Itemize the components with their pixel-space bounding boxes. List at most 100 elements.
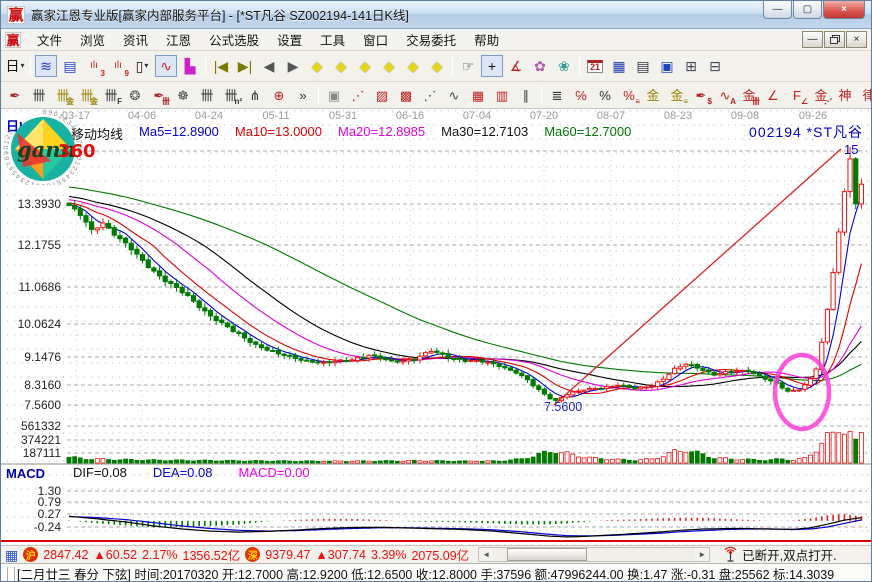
zigzag-overlay-button[interactable]: ≋ (35, 55, 57, 77)
f-angle-button[interactable]: F∠ (786, 85, 808, 105)
menu-help[interactable]: 帮助 (466, 28, 507, 51)
gann-pen-grid-button[interactable]: ✒卌 (148, 85, 170, 105)
close-button[interactable]: × (823, 1, 865, 19)
calculator-button[interactable]: ▦ (608, 55, 630, 77)
grid-red-button[interactable]: ▦ (467, 85, 489, 105)
market-table-icon[interactable]: ▦ (5, 548, 18, 562)
gann-wheel-button[interactable]: ☸ (172, 85, 194, 105)
menu-browse[interactable]: 浏览 (72, 28, 113, 51)
gann-grid-f-button[interactable]: 卌F (100, 85, 122, 105)
scroll-right-icon[interactable]: ► (695, 550, 709, 559)
toolbar-gann-drawing: ✒卌卌金卌金卌F❂✒卌☸卌卌n²⋔⊕»▣⋰▨▩⋰∿▦▥∥≣℅%%≡金金≡✒$∿A… (1, 82, 871, 109)
shenzhen-badge-icon[interactable]: 深 (245, 547, 260, 562)
connection-area[interactable]: 已断开,双点打开. (723, 545, 836, 564)
candle-style-button[interactable]: ▯▾ (131, 55, 153, 77)
angle-line-button[interactable]: ∠ (762, 85, 784, 105)
gann-grid-gold2-button[interactable]: 卌金 (76, 85, 98, 105)
percent-zone-button[interactable]: ℅ (570, 85, 592, 105)
golden-grid-button[interactable]: 金卌 (738, 85, 760, 105)
measure-button[interactable]: ≣ (546, 85, 568, 105)
bars-3-button[interactable]: ılı3 (83, 55, 105, 77)
chart-h-scrollbar[interactable]: ◄ ► (478, 547, 710, 562)
box-fan-button[interactable]: ▨ (371, 85, 393, 105)
menu-trade[interactable]: 交易委托 (398, 28, 464, 51)
menu-settings[interactable]: 设置 (269, 28, 310, 51)
minimize-button[interactable]: — (763, 1, 792, 19)
diamond-left-button[interactable]: ◆ (306, 55, 328, 77)
dropdown-arrow-icon[interactable]: ▾ (20, 62, 24, 70)
diamond-shrink-button[interactable]: ◆ (378, 55, 400, 77)
candle-down (854, 159, 858, 204)
diamond-expand-button[interactable]: ◆ (354, 55, 376, 77)
dea-legend-value: DEA=0.08 (153, 465, 213, 480)
square-nine-button[interactable]: 卌n² (220, 85, 242, 105)
order-truck-button[interactable]: ⊟ (704, 55, 726, 77)
gann-grid-gold-button[interactable]: 卌金 (52, 85, 74, 105)
volume-bar (808, 455, 812, 463)
menu-formula-picker[interactable]: 公式选股 (201, 28, 267, 51)
save-button[interactable]: ▣ (656, 55, 678, 77)
angle-measure-button[interactable]: ∡ (505, 55, 527, 77)
percent-button[interactable]: % (594, 85, 616, 105)
next-bar-button[interactable]: ▶ (282, 55, 304, 77)
gann-grid-button[interactable]: 卌 (28, 85, 50, 105)
bars-9-button[interactable]: ılı9 (107, 55, 129, 77)
box-grid-button[interactable]: ▩ (395, 85, 417, 105)
dropdown-arrow-icon[interactable]: ▾ (144, 62, 148, 70)
last-page-button[interactable]: ▶| (234, 55, 256, 77)
grid-dense-button[interactable]: 卌 (196, 85, 218, 105)
scrollbar-track[interactable] (493, 548, 695, 561)
gann-spiral-button[interactable]: ❂ (124, 85, 146, 105)
lv-tool-button[interactable]: 律 (858, 85, 871, 105)
mesh-tool-button[interactable]: ❀ (553, 55, 575, 77)
kline-period-button[interactable]: 日▾ (4, 55, 26, 77)
diamond-right-button[interactable]: ◆ (330, 55, 352, 77)
percent-line-button[interactable]: %≡ (618, 85, 640, 105)
shen-tool-button[interactable]: 神 (834, 85, 856, 105)
grid-red2-button[interactable]: ▥ (491, 85, 513, 105)
gann-pen-button[interactable]: ✒ (4, 85, 26, 105)
more-tools-button[interactable]: » (292, 85, 314, 105)
box-tool-button[interactable]: ▣ (323, 85, 345, 105)
wave-gauge-button[interactable]: ∿A (714, 85, 736, 105)
mdi-close-button[interactable]: × (846, 31, 867, 48)
golden-line-button[interactable]: 金≡ (666, 85, 688, 105)
notes-button[interactable]: ▤ (632, 55, 654, 77)
diamond-vertical-button[interactable]: ◆ (426, 55, 448, 77)
mdi-minimize-button[interactable]: — (802, 31, 823, 48)
chart-area[interactable]: 日K线 MACD 03-1704-0604-2405-1105-3106-160… (1, 109, 871, 545)
scrollbar-thumb[interactable] (507, 548, 587, 561)
golden-ray-button[interactable]: 金⋰ (810, 85, 832, 105)
shanghai-badge-icon[interactable]: 沪 (23, 547, 38, 562)
gann-fan-button[interactable]: ⋰ (347, 85, 369, 105)
menu-tools[interactable]: 工具 (312, 28, 353, 51)
mdi-restore-button[interactable] (824, 31, 845, 48)
date-tick: 05-31 (329, 110, 357, 122)
menu-news[interactable]: 资讯 (115, 28, 156, 51)
prev-bar-button[interactable]: ◀ (258, 55, 280, 77)
info-card-button[interactable]: ▤ (59, 55, 81, 77)
first-page-button[interactable]: |◀ (210, 55, 232, 77)
ellipse-annotation[interactable] (775, 355, 829, 429)
menu-file[interactable]: 文件 (29, 28, 70, 51)
flower-tool-button[interactable]: ✿ (529, 55, 551, 77)
diamond-star-button[interactable]: ◆ (402, 55, 424, 77)
golden-section-button[interactable]: 金 (642, 85, 664, 105)
menu-window[interactable]: 窗口 (355, 28, 396, 51)
fan-lines-button[interactable]: ⋔ (244, 85, 266, 105)
gann-wave-button[interactable]: ∿ (155, 55, 177, 77)
pan-hand-button[interactable]: ☞ (457, 55, 479, 77)
compass-button[interactable]: ⊕ (268, 85, 290, 105)
maximize-button[interactable]: ▢ (793, 1, 822, 19)
crosshair-button[interactable]: + (481, 55, 503, 77)
wave-line-button[interactable]: ∿ (443, 85, 465, 105)
calendar-button[interactable]: 21 (584, 55, 606, 77)
profile-chart-button[interactable]: ▙ (179, 55, 201, 77)
scroll-left-icon[interactable]: ◄ (479, 550, 493, 559)
gann-spiral-icon: ❂ (130, 89, 141, 102)
speed-line-button[interactable]: ⋰ (419, 85, 441, 105)
price-pen-button[interactable]: ✒$ (690, 85, 712, 105)
parallel-line-button[interactable]: ∥ (515, 85, 537, 105)
menu-gann[interactable]: 江恩 (158, 28, 199, 51)
export-button[interactable]: ⊞ (680, 55, 702, 77)
